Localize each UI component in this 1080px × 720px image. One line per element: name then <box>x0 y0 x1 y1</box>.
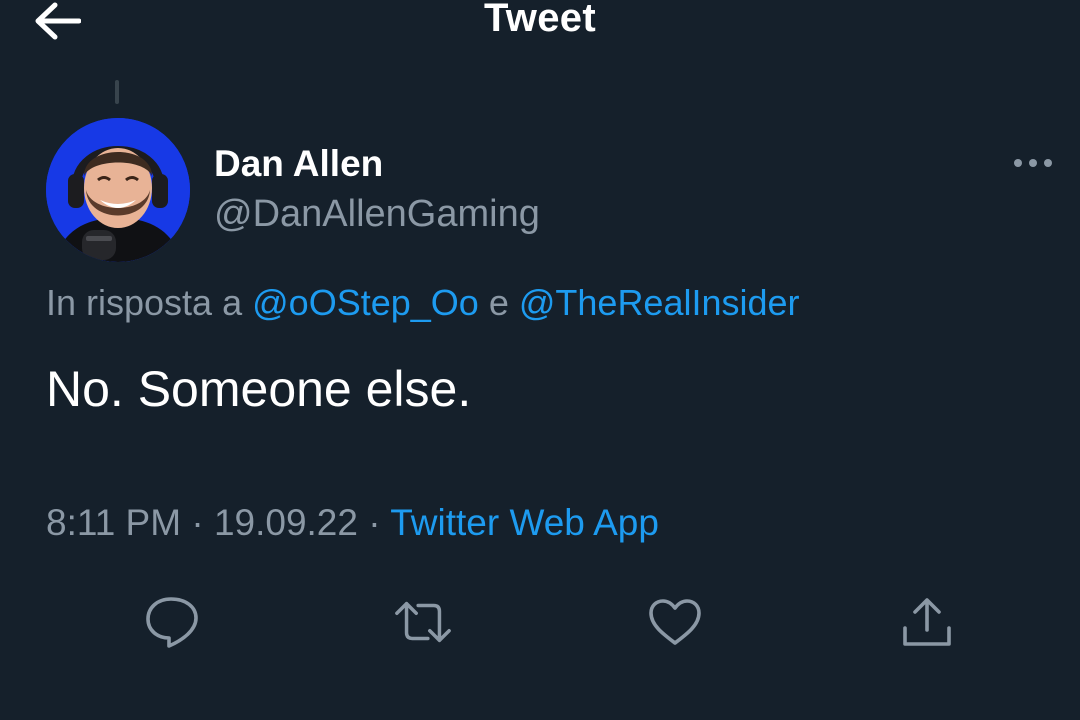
retweet-icon <box>395 601 451 643</box>
author-handle[interactable]: @DanAllenGaming <box>214 193 540 236</box>
avatar-photo <box>46 118 190 262</box>
more-options-button[interactable] <box>1008 150 1058 176</box>
meta-separator: · <box>191 502 204 543</box>
tweet-detail-screen: Tweet Dan Allen @DanAllenGaming In rispo… <box>0 0 1080 720</box>
tweet-date: 19.09.22 <box>213 502 358 543</box>
tweet-source-link[interactable]: Twitter Web App <box>390 502 659 543</box>
reply-prefix: In risposta a <box>46 282 243 323</box>
tweet-time: 8:11 PM <box>46 502 182 543</box>
page-title: Tweet <box>484 0 596 40</box>
share-button[interactable] <box>897 592 957 652</box>
mention-link-2[interactable]: @TheRealInsider <box>519 282 800 323</box>
mention-link-1[interactable]: @oOStep_Oo <box>252 282 479 323</box>
retweet-button[interactable] <box>393 592 453 652</box>
reply-icon <box>146 597 198 648</box>
reply-button[interactable] <box>142 592 202 652</box>
avatar[interactable] <box>46 118 190 262</box>
more-horizontal-icon <box>1014 159 1052 167</box>
tweet-metadata: 8:11 PM · 19.09.22 · Twitter Web App <box>46 502 659 544</box>
thread-connector-line <box>115 80 119 104</box>
meta-separator: · <box>368 502 381 543</box>
share-icon <box>903 598 951 646</box>
reply-conjunction: e <box>488 282 509 323</box>
tweet-text: No. Someone else. <box>46 361 472 417</box>
like-button[interactable] <box>645 592 705 652</box>
author-name[interactable]: Dan Allen <box>214 143 383 185</box>
reply-context: In risposta a @oOStep_Oo e @TheRealInsid… <box>46 282 800 324</box>
like-icon <box>649 599 701 645</box>
